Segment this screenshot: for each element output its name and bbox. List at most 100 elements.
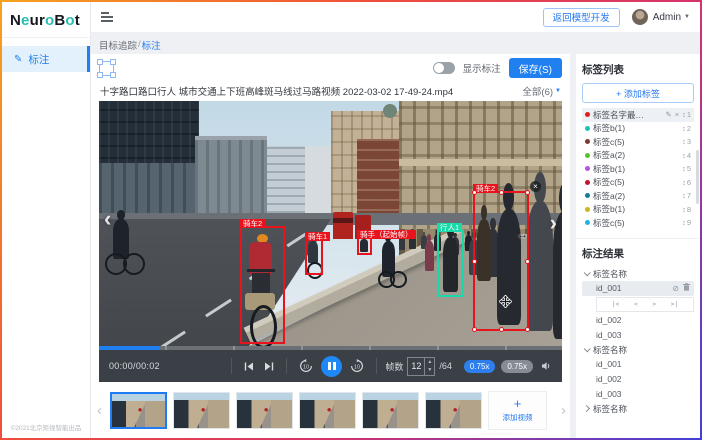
resize-handle[interactable] xyxy=(472,259,477,264)
chevron-right-icon xyxy=(583,405,590,412)
label-color-dot xyxy=(585,180,590,185)
first-frame-icon[interactable]: |< xyxy=(612,300,620,308)
delete-box-icon[interactable]: × xyxy=(530,181,541,192)
rewind-10-frames-icon[interactable]: 10 xyxy=(299,359,313,373)
save-button[interactable]: 保存(S) xyxy=(509,58,562,78)
last-frame-icon[interactable]: >| xyxy=(671,300,679,308)
resize-handle[interactable] xyxy=(525,190,530,195)
result-item[interactable]: id_003 xyxy=(582,387,694,402)
frame-number-input[interactable]: 12 ▲▼ xyxy=(407,357,435,376)
label-row[interactable]: 标签c(5) ↕3 xyxy=(582,135,694,149)
label-row[interactable]: 标签c(5) ↕9 xyxy=(582,216,694,230)
filmstrip-prev-icon[interactable]: ‹ xyxy=(95,402,104,419)
pencil-icon: ✎ xyxy=(14,54,22,65)
resize-handle[interactable] xyxy=(525,327,530,332)
delete-label-icon[interactable]: × xyxy=(675,111,679,119)
edit-label-icon[interactable]: ✎ xyxy=(665,111,671,119)
pause-button[interactable] xyxy=(321,356,342,377)
label-row[interactable]: 标签a(2) ↕7 xyxy=(582,189,694,203)
frame-step-down-icon[interactable]: ▼ xyxy=(425,366,434,375)
label-color-dot xyxy=(585,153,590,158)
avatar[interactable] xyxy=(632,9,648,25)
sidebar: NeuroBot ✎ 标注 ©2021北京矩视智能出品 xyxy=(2,2,91,438)
frame-total-label: /64 xyxy=(439,361,452,371)
result-item[interactable]: id_002 xyxy=(582,313,694,328)
filmstrip-next-icon[interactable]: › xyxy=(559,402,568,419)
speed-pill-inactive[interactable]: 0.75x xyxy=(501,360,533,373)
video-thumbnail-2[interactable] xyxy=(173,392,230,429)
bbox-rider-1[interactable]: 骑车1 xyxy=(305,239,323,275)
resize-handle[interactable] xyxy=(525,259,530,264)
scrollbar[interactable] xyxy=(696,150,699,204)
next-frame-icon[interactable] xyxy=(264,362,274,371)
resize-handle[interactable] xyxy=(472,190,477,195)
bounding-box-tool-icon[interactable] xyxy=(99,61,114,76)
sort-icon: ↕ xyxy=(682,205,686,214)
svg-text:10: 10 xyxy=(354,365,360,371)
label-filter-dropdown[interactable]: 全部(6) ▼ xyxy=(522,84,561,98)
result-group-header[interactable]: 标签名称 xyxy=(582,402,694,416)
label-row[interactable]: 标签b(1) ↕2 xyxy=(582,122,694,136)
label-hotkey: 9 xyxy=(687,218,691,227)
hide-annotation-icon[interactable]: ⊘ xyxy=(672,284,679,293)
trash-icon[interactable] xyxy=(683,283,690,293)
prev-frame-chevron[interactable]: ‹ xyxy=(104,209,111,229)
add-label-button[interactable]: + 添加标签 xyxy=(582,83,694,103)
result-item[interactable]: id_001 xyxy=(582,357,694,372)
label-color-dot xyxy=(585,139,590,144)
add-video-button[interactable]: + 添加视频 xyxy=(488,391,547,430)
back-to-model-dev-button[interactable]: 返回模型开发 xyxy=(543,8,620,27)
video-thumbnail-4[interactable] xyxy=(299,392,356,429)
bbox-rider-2[interactable]: 骑车2 xyxy=(240,226,285,344)
next-frame-icon[interactable]: > xyxy=(652,300,656,308)
resize-handle[interactable] xyxy=(499,327,504,332)
bbox-rider-2-selected[interactable]: 骑车2 × xyxy=(473,191,529,331)
sidebar-item-annotate[interactable]: ✎ 标注 xyxy=(2,46,90,72)
volume-icon[interactable] xyxy=(541,361,562,371)
resize-handle[interactable] xyxy=(472,327,477,332)
right-panel: 标签列表 + 添加标签 标签名字最长数... ✎ × ↕1 标签b(1) ↕2 … xyxy=(576,54,700,438)
breadcrumb-parent[interactable]: 目标追踪 xyxy=(99,38,137,52)
label-row[interactable]: 标签c(5) ↕6 xyxy=(582,176,694,190)
sort-icon: ↕ xyxy=(682,124,686,133)
label-row[interactable]: 标签名字最长数... ✎ × ↕1 xyxy=(582,108,694,122)
result-group-header[interactable]: 标签名称 xyxy=(582,267,694,281)
label-row[interactable]: 标签b(1) ↕8 xyxy=(582,203,694,217)
video-progress-bar[interactable] xyxy=(99,346,562,350)
user-menu[interactable]: Admin ▼ xyxy=(653,12,690,23)
show-annotations-toggle[interactable] xyxy=(433,62,455,74)
frame-step-up-icon[interactable]: ▲ xyxy=(425,358,434,367)
next-frame-chevron[interactable]: › xyxy=(550,213,557,233)
bbox-pedestrian-1[interactable]: 行人1 xyxy=(437,230,464,297)
video-thumbnail-1[interactable] xyxy=(110,392,167,429)
prev-frame-icon[interactable] xyxy=(244,362,254,371)
result-item-selected[interactable]: id_001 ⊘ xyxy=(582,281,694,296)
result-item[interactable]: id_003 xyxy=(582,328,694,343)
label-hotkey: 6 xyxy=(687,178,691,187)
label-name: 标签c(5) xyxy=(593,136,625,148)
result-group-header[interactable]: 标签名称 xyxy=(582,343,694,357)
forward-10-frames-icon[interactable]: 10 xyxy=(350,359,364,373)
logo-part: B xyxy=(54,12,65,29)
collapse-menu-icon[interactable] xyxy=(101,12,113,22)
label-filter-value: 全部(6) xyxy=(522,84,553,98)
result-item-id: id_002 xyxy=(596,374,622,384)
video-thumbnail-6[interactable] xyxy=(425,392,482,429)
label-row[interactable]: 标签b(1) ↕5 xyxy=(582,162,694,176)
speed-pill-active[interactable]: 0.75x xyxy=(464,360,496,373)
label-name: 标签c(5) xyxy=(593,176,625,188)
sort-icon: ↕ xyxy=(682,218,686,227)
result-item[interactable]: id_002 xyxy=(582,372,694,387)
chevron-down-icon: ▼ xyxy=(555,88,561,94)
label-color-dot xyxy=(585,112,590,117)
video-frame[interactable]: 骑车2 骑车1 骑手（起始帧） 行人1 骑车2 xyxy=(99,101,562,346)
prev-frame-icon[interactable]: < xyxy=(634,300,638,308)
resize-handle[interactable] xyxy=(499,190,504,195)
label-hotkey: 3 xyxy=(687,137,691,146)
label-list-title: 标签列表 xyxy=(582,62,694,77)
bbox-rider-start-frame[interactable]: 骑手（起始帧） xyxy=(357,237,372,255)
video-thumbnail-3[interactable] xyxy=(236,392,293,429)
label-row[interactable]: 标签a(2) ↕4 xyxy=(582,149,694,163)
video-thumbnail-5[interactable] xyxy=(362,392,419,429)
video-title-row: 十字路口路口行人 城市交通上下班高峰斑马线过马路视频 2022-03-02 17… xyxy=(91,82,570,99)
